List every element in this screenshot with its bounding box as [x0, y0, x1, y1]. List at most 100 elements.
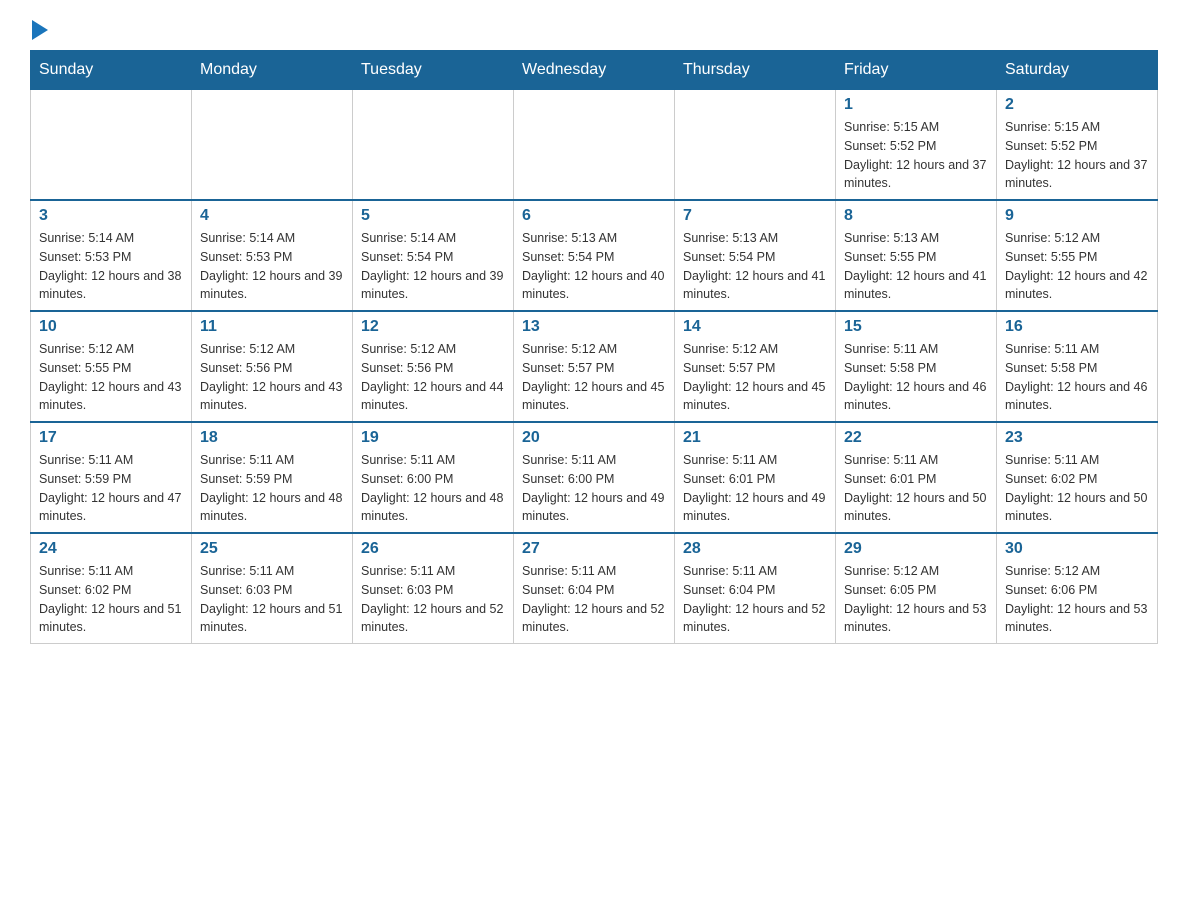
- calendar-cell: 29Sunrise: 5:12 AMSunset: 6:05 PMDayligh…: [836, 533, 997, 644]
- calendar-table: SundayMondayTuesdayWednesdayThursdayFrid…: [30, 50, 1158, 644]
- day-info: Sunrise: 5:12 AMSunset: 5:57 PMDaylight:…: [522, 340, 666, 415]
- day-info: Sunrise: 5:11 AMSunset: 6:04 PMDaylight:…: [683, 562, 827, 637]
- weekday-header-tuesday: Tuesday: [353, 51, 514, 90]
- day-number: 27: [522, 540, 666, 558]
- day-info: Sunrise: 5:11 AMSunset: 6:02 PMDaylight:…: [39, 562, 183, 637]
- day-info: Sunrise: 5:11 AMSunset: 5:59 PMDaylight:…: [39, 451, 183, 526]
- day-number: 22: [844, 429, 988, 447]
- day-number: 18: [200, 429, 344, 447]
- calendar-cell: [31, 90, 192, 201]
- day-number: 16: [1005, 318, 1149, 336]
- day-number: 10: [39, 318, 183, 336]
- day-number: 26: [361, 540, 505, 558]
- day-info: Sunrise: 5:12 AMSunset: 5:57 PMDaylight:…: [683, 340, 827, 415]
- day-info: Sunrise: 5:14 AMSunset: 5:53 PMDaylight:…: [200, 229, 344, 304]
- calendar-cell: [675, 90, 836, 201]
- calendar-week-row-2: 3 Sunrise: 5:14 AMSunset: 5:53 PMDaylight…: [31, 200, 1158, 311]
- calendar-cell: 26 Sunrise: 5:11 AMSunset: 6:03 PMDayligh…: [353, 533, 514, 644]
- calendar-cell: 23 Sunrise: 5:11 AMSunset: 6:02 PMDayligh…: [997, 422, 1158, 533]
- day-info: Sunrise: 5:11 AMSunset: 6:01 PMDaylight:…: [844, 451, 988, 526]
- day-number: 19: [361, 429, 505, 447]
- calendar-cell: 16 Sunrise: 5:11 AMSunset: 5:58 PMDayligh…: [997, 311, 1158, 422]
- day-info: Sunrise: 5:12 AMSunset: 5:56 PMDaylight:…: [361, 340, 505, 415]
- day-number: 11: [200, 318, 344, 336]
- day-info: Sunrise: 5:13 AMSunset: 5:55 PMDaylight:…: [844, 229, 988, 304]
- day-info: Sunrise: 5:11 AMSunset: 5:59 PMDaylight:…: [200, 451, 344, 526]
- calendar-cell: 6 Sunrise: 5:13 AMSunset: 5:54 PMDaylight…: [514, 200, 675, 311]
- day-number: 29: [844, 540, 988, 558]
- day-info: Sunrise: 5:15 AMSunset: 5:52 PMDaylight:…: [844, 118, 988, 193]
- day-info: Sunrise: 5:11 AMSunset: 6:00 PMDaylight:…: [522, 451, 666, 526]
- day-number: 1: [844, 96, 988, 114]
- calendar-week-row-4: 17 Sunrise: 5:11 AMSunset: 5:59 PMDayligh…: [31, 422, 1158, 533]
- day-info: Sunrise: 5:11 AMSunset: 6:03 PMDaylight:…: [361, 562, 505, 637]
- calendar-cell: 12 Sunrise: 5:12 AMSunset: 5:56 PMDayligh…: [353, 311, 514, 422]
- calendar-week-row-3: 10 Sunrise: 5:12 AMSunset: 5:55 PMDayligh…: [31, 311, 1158, 422]
- day-number: 5: [361, 207, 505, 225]
- page-header: [30, 20, 1158, 40]
- day-info: Sunrise: 5:15 AMSunset: 5:52 PMDaylight:…: [1005, 118, 1149, 193]
- day-number: 4: [200, 207, 344, 225]
- day-info: Sunrise: 5:13 AMSunset: 5:54 PMDaylight:…: [522, 229, 666, 304]
- day-number: 6: [522, 207, 666, 225]
- weekday-header-sunday: Sunday: [31, 51, 192, 90]
- day-info: Sunrise: 5:12 AMSunset: 5:55 PMDaylight:…: [1005, 229, 1149, 304]
- weekday-header-monday: Monday: [192, 51, 353, 90]
- calendar-cell: 21Sunrise: 5:11 AMSunset: 6:01 PMDayligh…: [675, 422, 836, 533]
- day-info: Sunrise: 5:14 AMSunset: 5:53 PMDaylight:…: [39, 229, 183, 304]
- day-info: Sunrise: 5:11 AMSunset: 6:02 PMDaylight:…: [1005, 451, 1149, 526]
- weekday-header-friday: Friday: [836, 51, 997, 90]
- calendar-cell: 13 Sunrise: 5:12 AMSunset: 5:57 PMDayligh…: [514, 311, 675, 422]
- day-number: 20: [522, 429, 666, 447]
- day-info: Sunrise: 5:14 AMSunset: 5:54 PMDaylight:…: [361, 229, 505, 304]
- day-info: Sunrise: 5:11 AMSunset: 6:04 PMDaylight:…: [522, 562, 666, 637]
- calendar-cell: 17 Sunrise: 5:11 AMSunset: 5:59 PMDayligh…: [31, 422, 192, 533]
- weekday-header-thursday: Thursday: [675, 51, 836, 90]
- calendar-cell: 15Sunrise: 5:11 AMSunset: 5:58 PMDayligh…: [836, 311, 997, 422]
- calendar-cell: 22 Sunrise: 5:11 AMSunset: 6:01 PMDayligh…: [836, 422, 997, 533]
- day-info: Sunrise: 5:11 AMSunset: 5:58 PMDaylight:…: [1005, 340, 1149, 415]
- calendar-cell: 4 Sunrise: 5:14 AMSunset: 5:53 PMDaylight…: [192, 200, 353, 311]
- day-number: 9: [1005, 207, 1149, 225]
- day-number: 13: [522, 318, 666, 336]
- calendar-cell: 2Sunrise: 5:15 AMSunset: 5:52 PMDaylight…: [997, 90, 1158, 201]
- day-info: Sunrise: 5:12 AMSunset: 5:55 PMDaylight:…: [39, 340, 183, 415]
- day-number: 28: [683, 540, 827, 558]
- calendar-week-row-5: 24 Sunrise: 5:11 AMSunset: 6:02 PMDayligh…: [31, 533, 1158, 644]
- day-info: Sunrise: 5:11 AMSunset: 5:58 PMDaylight:…: [844, 340, 988, 415]
- day-number: 23: [1005, 429, 1149, 447]
- day-number: 14: [683, 318, 827, 336]
- calendar-cell: 14 Sunrise: 5:12 AMSunset: 5:57 PMDayligh…: [675, 311, 836, 422]
- calendar-cell: 30 Sunrise: 5:12 AMSunset: 6:06 PMDayligh…: [997, 533, 1158, 644]
- calendar-cell: 5 Sunrise: 5:14 AMSunset: 5:54 PMDaylight…: [353, 200, 514, 311]
- calendar-cell: 1 Sunrise: 5:15 AMSunset: 5:52 PMDaylight…: [836, 90, 997, 201]
- day-number: 3: [39, 207, 183, 225]
- day-info: Sunrise: 5:12 AMSunset: 6:06 PMDaylight:…: [1005, 562, 1149, 637]
- day-info: Sunrise: 5:11 AMSunset: 6:03 PMDaylight:…: [200, 562, 344, 637]
- day-info: Sunrise: 5:11 AMSunset: 6:01 PMDaylight:…: [683, 451, 827, 526]
- weekday-header-wednesday: Wednesday: [514, 51, 675, 90]
- weekday-header-row: SundayMondayTuesdayWednesdayThursdayFrid…: [31, 51, 1158, 90]
- day-number: 7: [683, 207, 827, 225]
- calendar-week-row-1: 1 Sunrise: 5:15 AMSunset: 5:52 PMDaylight…: [31, 90, 1158, 201]
- calendar-cell: 25Sunrise: 5:11 AMSunset: 6:03 PMDayligh…: [192, 533, 353, 644]
- day-number: 24: [39, 540, 183, 558]
- day-info: Sunrise: 5:12 AMSunset: 5:56 PMDaylight:…: [200, 340, 344, 415]
- logo: [30, 20, 48, 40]
- calendar-cell: 24 Sunrise: 5:11 AMSunset: 6:02 PMDayligh…: [31, 533, 192, 644]
- calendar-cell: 19Sunrise: 5:11 AMSunset: 6:00 PMDayligh…: [353, 422, 514, 533]
- day-number: 17: [39, 429, 183, 447]
- weekday-header-saturday: Saturday: [997, 51, 1158, 90]
- calendar-cell: 18 Sunrise: 5:11 AMSunset: 5:59 PMDayligh…: [192, 422, 353, 533]
- calendar-cell: 11 Sunrise: 5:12 AMSunset: 5:56 PMDayligh…: [192, 311, 353, 422]
- calendar-cell: [192, 90, 353, 201]
- calendar-cell: [353, 90, 514, 201]
- calendar-cell: 3 Sunrise: 5:14 AMSunset: 5:53 PMDaylight…: [31, 200, 192, 311]
- calendar-cell: 8Sunrise: 5:13 AMSunset: 5:55 PMDaylight…: [836, 200, 997, 311]
- calendar-cell: 10 Sunrise: 5:12 AMSunset: 5:55 PMDayligh…: [31, 311, 192, 422]
- calendar-cell: 7Sunrise: 5:13 AMSunset: 5:54 PMDaylight…: [675, 200, 836, 311]
- calendar-cell: [514, 90, 675, 201]
- day-number: 30: [1005, 540, 1149, 558]
- day-number: 12: [361, 318, 505, 336]
- calendar-cell: 9 Sunrise: 5:12 AMSunset: 5:55 PMDaylight…: [997, 200, 1158, 311]
